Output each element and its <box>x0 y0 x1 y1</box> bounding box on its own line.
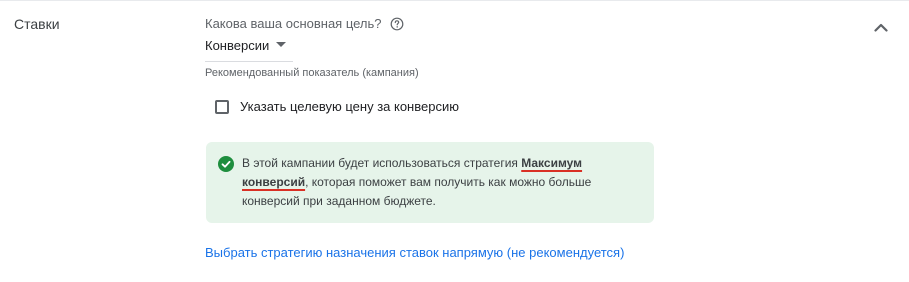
help-circle-icon[interactable] <box>390 17 404 31</box>
goal-question-text: Какова ваша основная цель? <box>205 16 382 31</box>
target-cost-label[interactable]: Указать целевую цену за конверсию <box>240 99 459 114</box>
goal-selected-value: Конверсии <box>205 38 270 53</box>
notice-text-before: В этой кампании будет использоваться стр… <box>242 156 522 170</box>
goal-dropdown[interactable]: Конверсии <box>205 37 293 62</box>
notice-text: В этой кампании будет использоваться стр… <box>242 154 638 211</box>
chevron-up-icon <box>874 23 888 32</box>
target-cost-checkbox[interactable] <box>215 99 229 114</box>
goal-question: Какова ваша основная цель? <box>205 16 404 31</box>
target-cost-option[interactable]: Указать целевую цену за конверсию <box>215 99 459 114</box>
collapse-button[interactable] <box>870 16 892 38</box>
strategy-notice: В этой кампании будет использоваться стр… <box>206 142 654 223</box>
arrow-drop-down-icon <box>276 42 287 47</box>
goal-hint: Рекомендованный показатель (кампания) <box>205 67 419 79</box>
top-divider <box>0 0 909 1</box>
section-title: Ставки <box>14 16 60 32</box>
direct-strategy-link[interactable]: Выбрать стратегию назначения ставок напр… <box>205 245 624 260</box>
check-circle-icon <box>218 156 234 172</box>
